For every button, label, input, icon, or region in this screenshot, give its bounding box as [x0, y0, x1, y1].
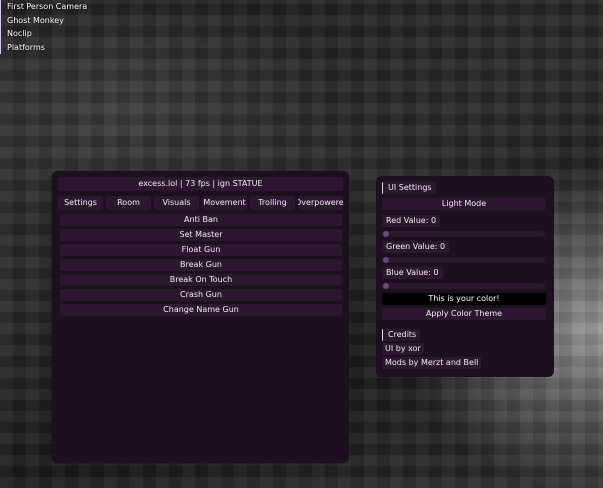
- green-value-label: Green Value: 0: [382, 241, 450, 253]
- break-on-touch-button[interactable]: Break On Touch: [60, 274, 342, 286]
- green-slider-handle[interactable]: [383, 257, 389, 263]
- crash-gun-button[interactable]: Crash Gun: [60, 289, 342, 301]
- change-name-gun-button[interactable]: Change Name Gun: [60, 304, 342, 316]
- float-gun-button[interactable]: Float Gun: [60, 244, 342, 256]
- break-gun-button[interactable]: Break Gun: [60, 259, 342, 271]
- window-title[interactable]: excess.lol | 73 fps | ign STATUE: [58, 177, 343, 191]
- color-preview: This is your color!: [382, 293, 546, 305]
- mod-button-list: Anti Ban Set Master Float Gun Break Gun …: [60, 214, 342, 319]
- red-slider-handle[interactable]: [383, 231, 389, 237]
- active-mod-item: First Person Camera: [0, 0, 87, 14]
- set-master-button[interactable]: Set Master: [60, 229, 342, 241]
- anti-ban-button[interactable]: Anti Ban: [60, 214, 342, 226]
- credits-heading: Credits: [382, 329, 421, 341]
- tab-trolling[interactable]: Trolling: [250, 196, 295, 210]
- light-mode-button[interactable]: Light Mode: [382, 198, 546, 210]
- ui-settings-window: UI Settings Light Mode Red Value: 0 Gree…: [376, 176, 554, 377]
- red-value-label: Red Value: 0: [382, 215, 441, 227]
- active-mod-item: Ghost Monkey: [0, 13, 87, 27]
- tab-settings[interactable]: Settings: [58, 196, 103, 210]
- apply-color-theme-button[interactable]: Apply Color Theme: [382, 308, 546, 320]
- blue-value-label: Blue Value: 0: [382, 267, 443, 279]
- tab-visuals[interactable]: Visuals: [154, 196, 199, 210]
- tab-bar: Settings Room Visuals Movement Trolling …: [58, 196, 343, 210]
- active-mod-item: Noclip: [0, 27, 87, 41]
- tab-room[interactable]: Room: [106, 196, 151, 210]
- blue-slider[interactable]: [382, 283, 545, 289]
- tab-movement[interactable]: Movement: [202, 196, 247, 210]
- red-slider[interactable]: [382, 231, 545, 237]
- active-mods-list: First Person Camera Ghost Monkey Noclip …: [0, 0, 87, 54]
- ui-settings-heading: UI Settings: [382, 182, 436, 194]
- blue-slider-handle[interactable]: [383, 283, 389, 289]
- credit-ui-label: UI by xor: [382, 343, 424, 355]
- green-slider[interactable]: [382, 257, 545, 263]
- tab-overpowered[interactable]: Overpowered: [298, 196, 343, 210]
- main-menu-window: excess.lol | 73 fps | ign STATUE Setting…: [52, 171, 349, 463]
- active-mod-item: Platforms: [0, 40, 87, 54]
- credit-mods-label: Mods by Merzt and Bell: [382, 357, 482, 369]
